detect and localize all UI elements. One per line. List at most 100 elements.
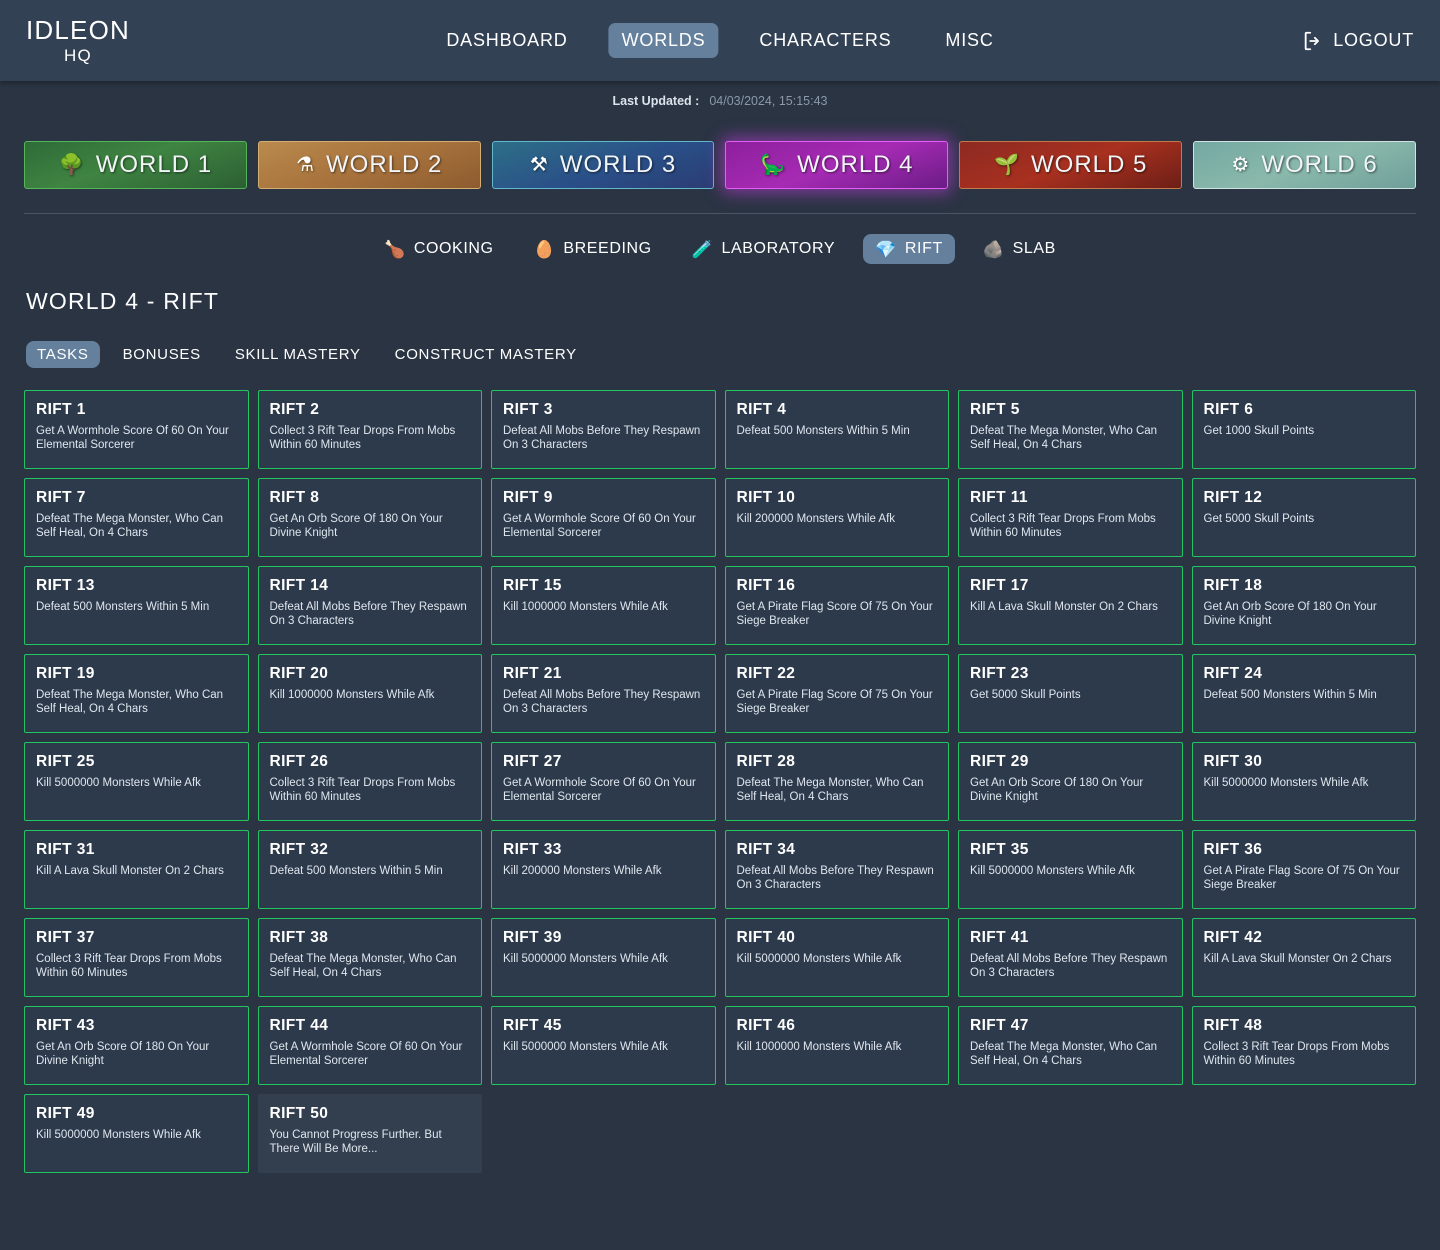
rift-task-description: Kill 5000000 Monsters While Afk [36,1129,201,1141]
rift-task-card[interactable]: RIFT 32 Defeat 500 Monsters Within 5 Min [257,830,482,909]
rift-task-card[interactable]: RIFT 2 Collect 3 Rift Tear Drops From Mob… [257,390,482,469]
logout-button[interactable]: LOGOUT [1302,30,1414,52]
rift-task-card[interactable]: RIFT 50 You Cannot Progress Further. But … [257,1094,482,1173]
rift-task-title: RIFT 28 [736,753,796,770]
subnav-item-slab[interactable]: 🪨 SLAB [971,234,1068,264]
nav-item-worlds[interactable]: WORLDS [608,23,719,58]
rift-task-card[interactable]: RIFT 1 Get A Wormhole Score Of 60 On Your… [24,390,249,469]
rift-task-description: Get A Wormhole Score Of 60 On Your Eleme… [503,513,696,540]
brand-name: IDLEON [26,15,131,45]
rift-task-card[interactable]: RIFT 35 Kill 5000000 Monsters While Afk [958,830,1183,909]
tab-tasks[interactable]: TASKS [26,341,100,368]
nav-item-misc[interactable]: MISC [932,23,1006,58]
rift-task-title: RIFT 22 [736,665,796,682]
rift-task-title: RIFT 21 [503,665,562,682]
rift-task-card[interactable]: RIFT 44 Get A Wormhole Score Of 60 On You… [257,1006,482,1085]
rift-task-title: RIFT 39 [503,929,562,946]
rift-task-card[interactable]: RIFT 14 Defeat All Mobs Before They Respa… [257,566,482,645]
rift-task-card[interactable]: RIFT 6 Get 1000 Skull Points [1191,390,1416,469]
rift-task-card[interactable]: RIFT 3 Defeat All Mobs Before They Respaw… [491,390,716,469]
rift-task-card[interactable]: RIFT 49 Kill 5000000 Monsters While Afk [24,1094,249,1173]
rift-task-description: Defeat 500 Monsters Within 5 Min [736,425,910,437]
subnav-item-rift[interactable]: 💎 RIFT [863,234,955,264]
rift-task-card[interactable]: RIFT 18 Get An Orb Score Of 180 On Your D… [1191,566,1416,645]
rift-task-card[interactable]: RIFT 34 Defeat All Mobs Before They Respa… [724,830,949,909]
world2-cauldron-icon: ⚗ [296,154,315,176]
rift-task-card[interactable]: RIFT 8 Get An Orb Score Of 180 On Your Di… [257,478,482,557]
rift-task-description: Defeat The Mega Monster, Who Can Self He… [269,953,457,980]
rift-task-card[interactable]: RIFT 7 Defeat The Mega Monster, Who Can S… [24,478,249,557]
rift-task-card[interactable]: RIFT 42 Kill A Lava Skull Monster On 2 Ch… [1191,918,1416,997]
rift-task-card[interactable]: RIFT 15 Kill 1000000 Monsters While Afk [491,566,716,645]
nav-item-dashboard[interactable]: DASHBOARD [433,23,580,58]
subnav-item-label: COOKING [413,240,494,257]
rift-task-card[interactable]: RIFT 48 Collect 3 Rift Tear Drops From Mo… [1191,1006,1416,1085]
rift-task-card[interactable]: RIFT 27 Get A Wormhole Score Of 60 On You… [491,742,716,821]
rift-task-description: Defeat 500 Monsters Within 5 Min [36,601,210,613]
subnav-item-breeding[interactable]: 🥚 BREEDING [522,234,664,264]
rift-task-description: Collect 3 Rift Tear Drops From Mobs With… [269,777,456,804]
rift-task-card[interactable]: RIFT 47 Defeat The Mega Monster, Who Can … [958,1006,1183,1085]
rift-task-card[interactable]: RIFT 22 Get A Pirate Flag Score Of 75 On … [724,654,949,733]
rift-task-card[interactable]: RIFT 38 Defeat The Mega Monster, Who Can … [257,918,482,997]
rift-task-card[interactable]: RIFT 16 Get A Pirate Flag Score Of 75 On … [724,566,949,645]
rift-task-card[interactable]: RIFT 40 Kill 5000000 Monsters While Afk [724,918,949,997]
subnav-item-cooking[interactable]: 🍗 COOKING [372,234,506,264]
rift-task-title: RIFT 5 [970,401,1020,418]
rift-task-card[interactable]: RIFT 33 Kill 200000 Monsters While Afk [491,830,716,909]
rift-task-description: Collect 3 Rift Tear Drops From Mobs With… [970,513,1156,540]
world-button-3[interactable]: ⚒ WORLD 3 [491,141,715,189]
nav-item-characters[interactable]: CHARACTERS [746,23,904,58]
rift-task-card[interactable]: RIFT 30 Kill 5000000 Monsters While Afk [1191,742,1416,821]
world-button-2[interactable]: ⚗ WORLD 2 [257,141,481,189]
tab-bonuses[interactable]: BONUSES [112,341,212,368]
rift-task-card[interactable]: RIFT 4 Defeat 500 Monsters Within 5 Min [724,390,949,469]
rift-task-card[interactable]: RIFT 24 Defeat 500 Monsters Within 5 Min [1191,654,1416,733]
rift-task-card[interactable]: RIFT 37 Collect 3 Rift Tear Drops From Mo… [24,918,249,997]
rift-task-card[interactable]: RIFT 9 Get A Wormhole Score Of 60 On Your… [491,478,716,557]
rift-task-card[interactable]: RIFT 43 Get An Orb Score Of 180 On Your D… [24,1006,249,1085]
tab-construct-mastery[interactable]: CONSTRUCT MASTERY [384,341,588,368]
rift-task-card[interactable]: RIFT 11 Collect 3 Rift Tear Drops From Mo… [958,478,1183,557]
brand-logo[interactable]: IDLEON HQ [26,17,130,64]
rift-task-card[interactable]: RIFT 10 Kill 200000 Monsters While Afk [724,478,949,557]
world-button-1[interactable]: 🌳 WORLD 1 [24,141,247,189]
rift-task-description: Defeat The Mega Monster, Who Can Self He… [36,513,224,540]
rift-task-card[interactable]: RIFT 5 Defeat The Mega Monster, Who Can S… [958,390,1183,469]
rift-task-card[interactable]: RIFT 46 Kill 1000000 Monsters While Afk [724,1006,949,1085]
rift-task-description: Collect 3 Rift Tear Drops From Mobs With… [1203,1041,1390,1068]
rift-task-card[interactable]: RIFT 26 Collect 3 Rift Tear Drops From Mo… [257,742,482,821]
rift-task-card[interactable]: RIFT 29 Get An Orb Score Of 180 On Your D… [958,742,1183,821]
rift-task-card[interactable]: RIFT 13 Defeat 500 Monsters Within 5 Min [24,566,249,645]
rift-task-card[interactable]: RIFT 17 Kill A Lava Skull Monster On 2 Ch… [958,566,1183,645]
rift-task-card[interactable]: RIFT 23 Get 5000 Skull Points [958,654,1183,733]
rift-task-title: RIFT 7 [36,489,86,506]
rift-task-title: RIFT 11 [970,489,1028,506]
rift-task-title: RIFT 19 [36,665,95,682]
rift-task-title: RIFT 4 [736,401,787,418]
rift-task-card[interactable]: RIFT 41 Defeat All Mobs Before They Respa… [958,918,1183,997]
rift-task-description: Defeat The Mega Monster, Who Can Self He… [736,777,924,804]
rift-task-description: Get A Wormhole Score Of 60 On Your Eleme… [36,425,229,452]
world-button-6[interactable]: ⚙ WORLD 6 [1193,141,1416,189]
rift-task-card[interactable]: RIFT 20 Kill 1000000 Monsters While Afk [257,654,482,733]
rift-task-description: Kill 1000000 Monsters While Afk [269,689,435,701]
rift-task-card[interactable]: RIFT 31 Kill A Lava Skull Monster On 2 Ch… [24,830,249,909]
rift-task-description: Get A Pirate Flag Score Of 75 On Your Si… [736,601,933,628]
rift-task-card[interactable]: RIFT 45 Kill 5000000 Monsters While Afk [491,1006,716,1085]
rift-task-description: Defeat 500 Monsters Within 5 Min [269,865,443,877]
rift-task-card[interactable]: RIFT 12 Get 5000 Skull Points [1191,478,1416,557]
tab-skill-mastery[interactable]: SKILL MASTERY [224,341,372,368]
rift-task-card[interactable]: RIFT 21 Defeat All Mobs Before They Respa… [491,654,716,733]
rift-task-description: Get A Wormhole Score Of 60 On Your Eleme… [503,777,696,804]
subnav-item-laboratory[interactable]: 🧪 LABORATORY [680,234,847,264]
rift-task-card[interactable]: RIFT 28 Defeat The Mega Monster, Who Can … [724,742,949,821]
world-button-4[interactable]: 🦕 WORLD 4 [725,141,949,189]
rift-task-card[interactable]: RIFT 36 Get A Pirate Flag Score Of 75 On … [1191,830,1416,909]
rift-task-description: Get An Orb Score Of 180 On Your Divine K… [269,513,443,540]
rift-task-title: RIFT 30 [1203,753,1263,770]
rift-task-card[interactable]: RIFT 39 Kill 5000000 Monsters While Afk [491,918,716,997]
world-button-5[interactable]: 🌱 WORLD 5 [959,141,1183,189]
rift-task-card[interactable]: RIFT 19 Defeat The Mega Monster, Who Can … [24,654,249,733]
rift-task-card[interactable]: RIFT 25 Kill 5000000 Monsters While Afk [24,742,249,821]
